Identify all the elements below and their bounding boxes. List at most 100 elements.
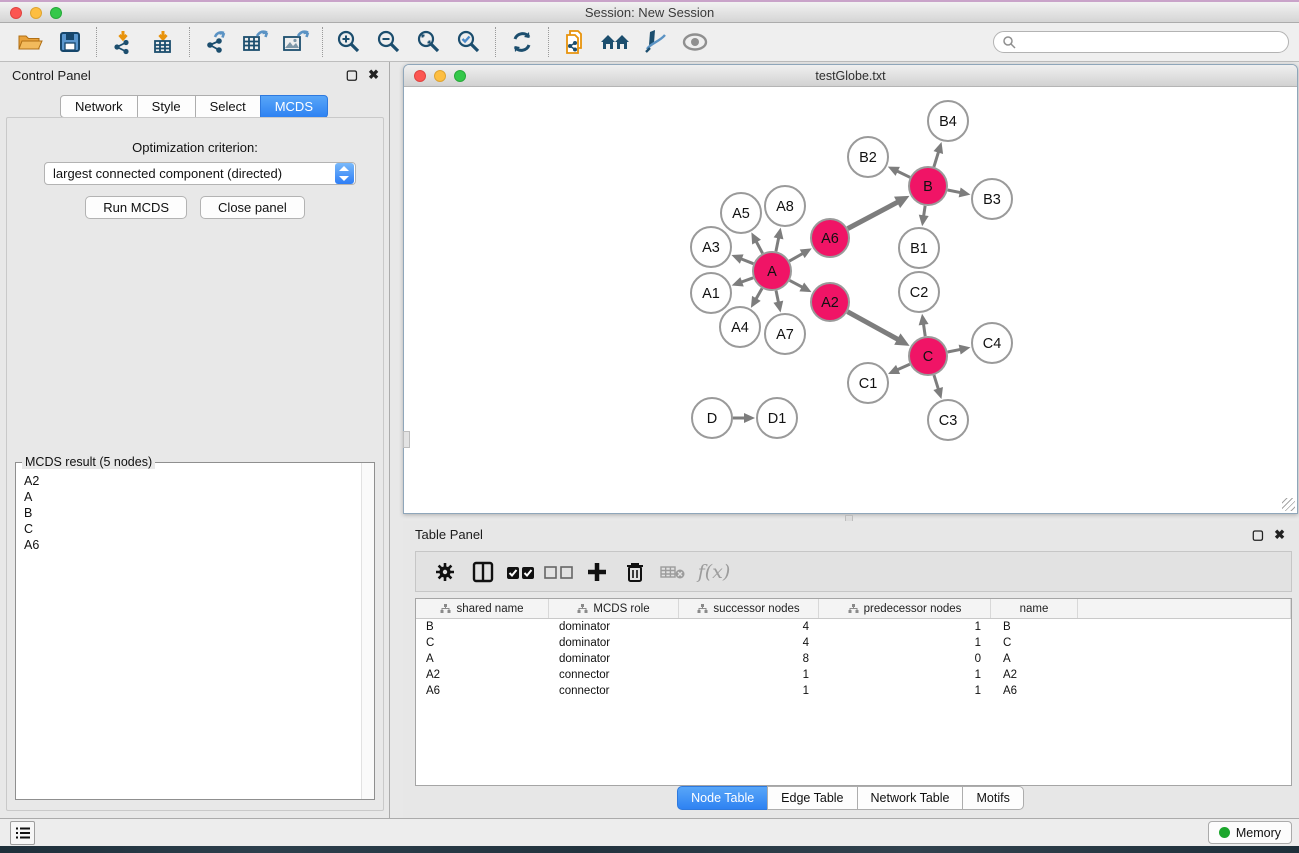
zoom-out-button[interactable] [369, 26, 409, 58]
control-panel-body: Optimization criterion: largest connecte… [6, 117, 384, 811]
task-history-button[interactable] [10, 821, 35, 845]
refresh-layout-button[interactable] [502, 26, 542, 58]
edge-C-C2[interactable] [923, 323, 925, 336]
float-panel-icon[interactable]: ▢ [346, 67, 358, 83]
mcds-result-list[interactable]: A2ABCA6 [16, 467, 361, 799]
delete-column-button[interactable] [616, 557, 654, 587]
edge-B-B3[interactable] [948, 190, 962, 193]
new-network-from-selection-button[interactable] [555, 26, 595, 58]
edge-A2-C[interactable] [848, 312, 900, 340]
mcds-result-item[interactable]: B [24, 505, 353, 521]
edge-A-A5[interactable] [756, 240, 763, 253]
optimization-criterion-dropdown[interactable]: largest connected component (directed) [44, 162, 356, 185]
add-column-button[interactable] [578, 557, 616, 587]
column-header-successor-nodes[interactable]: successor nodes [679, 599, 819, 618]
search-input[interactable] [1020, 35, 1280, 49]
node-label-C: C [923, 349, 933, 365]
mcds-result-item[interactable]: A2 [24, 473, 353, 489]
table-row[interactable]: A2connector11A2 [416, 667, 1291, 683]
column-header-MCDS-role[interactable]: MCDS role [549, 599, 679, 618]
save-session-button[interactable] [50, 26, 90, 58]
import-table-button[interactable] [143, 26, 183, 58]
node-label-C4: C4 [983, 336, 1002, 352]
network-close-button[interactable] [414, 70, 426, 82]
deselect-all-button[interactable] [540, 557, 578, 587]
tab-network-table[interactable]: Network Table [857, 786, 964, 810]
edge-C-C3[interactable] [934, 375, 939, 390]
select-all-button[interactable] [502, 557, 540, 587]
mcds-result-box: MCDS result (5 nodes) A2ABCA6 [15, 462, 375, 800]
tab-motifs[interactable]: Motifs [962, 786, 1023, 810]
function-builder-button[interactable]: f(x) [692, 557, 730, 587]
tab-mcds[interactable]: MCDS [260, 95, 328, 118]
node-label-A1: A1 [702, 286, 720, 302]
table-settings-button[interactable] [426, 557, 464, 587]
close-panel-icon[interactable]: ✖ [368, 67, 379, 83]
mcds-result-item[interactable]: A6 [24, 537, 353, 553]
close-panel-button[interactable]: Close panel [200, 196, 305, 219]
close-window-button[interactable] [10, 7, 22, 19]
network-window-titlebar[interactable]: testGlobe.txt [404, 65, 1297, 87]
node-label-C2: C2 [910, 285, 929, 301]
export-table-button[interactable] [236, 26, 276, 58]
edge-A-A6[interactable] [789, 253, 804, 261]
edge-A-A4[interactable] [755, 288, 762, 300]
cell-predecessor-nodes: 1 [819, 685, 991, 697]
mcds-result-item[interactable]: A [24, 489, 353, 505]
edge-arrowhead [744, 413, 755, 423]
graphics-details-button[interactable] [635, 26, 675, 58]
network-canvas[interactable]: B4B2BB3A5A8A6A3B1AA1C2A2A4A7C4CC1DD1C3 [404, 88, 1297, 513]
memory-button[interactable]: Memory [1208, 821, 1292, 844]
mcds-result-scrollbar[interactable] [361, 463, 374, 799]
hierarchy-icon [577, 604, 588, 614]
open-session-button[interactable] [10, 26, 50, 58]
zoom-selected-button[interactable] [449, 26, 489, 58]
network-minimize-button[interactable] [434, 70, 446, 82]
network-zoom-button[interactable] [454, 70, 466, 82]
search-field[interactable] [993, 31, 1289, 53]
close-table-panel-icon[interactable]: ✖ [1274, 527, 1285, 543]
show-columns-button[interactable] [464, 557, 502, 587]
export-image-button[interactable] [276, 26, 316, 58]
mcds-result-item[interactable]: C [24, 521, 353, 537]
window-resize-grip[interactable] [1282, 498, 1295, 511]
delete-table-button[interactable] [654, 557, 692, 587]
tab-style[interactable]: Style [137, 95, 196, 118]
table-row[interactable]: Bdominator41B [416, 619, 1291, 635]
table-row[interactable]: Cdominator41C [416, 635, 1291, 651]
first-neighbors-button[interactable] [595, 26, 635, 58]
zoom-in-button[interactable] [329, 26, 369, 58]
export-network-button[interactable] [196, 26, 236, 58]
import-network-button[interactable] [103, 26, 143, 58]
show-hide-eye-button[interactable] [675, 26, 715, 58]
tab-node-table[interactable]: Node Table [677, 786, 768, 810]
vertical-splitter-handle[interactable] [403, 431, 410, 448]
run-mcds-button[interactable]: Run MCDS [85, 196, 187, 219]
zoom-fit-icon [416, 29, 442, 55]
edge-A-A2[interactable] [790, 280, 804, 287]
tab-edge-table[interactable]: Edge Table [767, 786, 857, 810]
edge-A-A1[interactable] [740, 278, 753, 283]
node-table[interactable]: shared nameMCDS rolesuccessor nodesprede… [415, 598, 1292, 786]
edge-C-C1[interactable] [896, 364, 909, 370]
column-header-shared-name[interactable]: shared name [416, 599, 549, 618]
minimize-window-button[interactable] [30, 7, 42, 19]
edge-B-B4[interactable] [934, 151, 939, 167]
tab-select[interactable]: Select [195, 95, 261, 118]
memory-label: Memory [1236, 826, 1281, 840]
edge-A-A3[interactable] [740, 258, 754, 263]
float-table-panel-icon[interactable]: ▢ [1252, 527, 1264, 543]
column-header-name[interactable]: name [991, 599, 1078, 618]
edge-C-C4[interactable] [948, 349, 962, 352]
control-panel-tabs: NetworkStyleSelectMCDS [0, 95, 389, 118]
zoom-fit-button[interactable] [409, 26, 449, 58]
table-row[interactable]: Adominator80A [416, 651, 1291, 667]
column-header-predecessor-nodes[interactable]: predecessor nodes [819, 599, 991, 618]
zoom-window-button[interactable] [50, 7, 62, 19]
edge-B-B2[interactable] [896, 170, 910, 177]
cell-MCDS-role: dominator [549, 621, 679, 633]
tab-network[interactable]: Network [60, 95, 138, 118]
edge-A-A8[interactable] [776, 236, 779, 251]
edge-A6-B[interactable] [848, 201, 899, 228]
table-row[interactable]: A6connector11A6 [416, 683, 1291, 699]
